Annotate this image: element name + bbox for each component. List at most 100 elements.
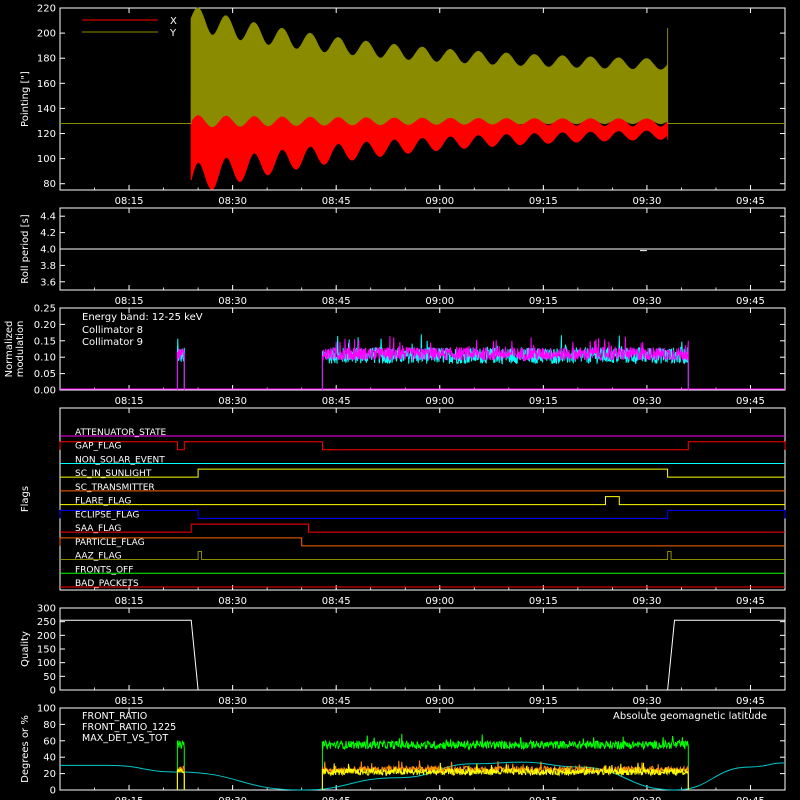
x-tick-label: 09:30 xyxy=(632,596,661,607)
flag-gap-flag-label: GAP_FLAG xyxy=(75,442,121,452)
x-tick-label: 09:00 xyxy=(425,396,454,407)
flag-sc-transmitter-label: SC_TRANSMITTER xyxy=(75,483,155,493)
y-tick-label: 100 xyxy=(37,658,56,669)
x-tick-label: 09:45 xyxy=(736,296,765,307)
x-tick-label: 09:30 xyxy=(632,196,661,207)
y-tick-label: 0.15 xyxy=(34,336,56,347)
x-tick-label: 09:00 xyxy=(425,696,454,707)
x-tick-label: 08:15 xyxy=(115,796,144,800)
x-tick-label: 08:15 xyxy=(115,396,144,407)
y-tick-label: 150 xyxy=(37,645,56,656)
legend-label-max-det-vs-tot: MAX_DET_VS_TOT xyxy=(82,733,168,744)
x-tick-label: 09:15 xyxy=(529,196,558,207)
flag-saa-flag-label: SAA_FLAG xyxy=(75,524,121,534)
y-tick-label: 4.4 xyxy=(40,212,56,223)
y-tick-label: 160 xyxy=(37,79,56,90)
annotation-geomagnetic-latitude: Absolute geomagnetic latitude xyxy=(613,711,767,722)
y-tick-label: 0.25 xyxy=(34,304,56,315)
y-axis-label: modulation xyxy=(15,321,26,378)
flag-non-solar-event-label: NON_SOLAR_EVENT xyxy=(75,455,165,465)
y-tick-label: 60 xyxy=(43,736,56,747)
legend-label-collimator-9: Collimator 9 xyxy=(82,337,143,348)
x-tick-label: 09:45 xyxy=(736,696,765,707)
y-axis-label: Roll period [s] xyxy=(20,214,31,283)
y-tick-label: 4.2 xyxy=(40,228,56,239)
x-tick-label: 09:45 xyxy=(736,396,765,407)
y-tick-label: 80 xyxy=(43,720,56,731)
y-tick-label: 250 xyxy=(37,617,56,628)
x-tick-label: 09:30 xyxy=(632,696,661,707)
flag-bad-packets-label: BAD_PACKETS xyxy=(75,579,139,589)
flag-attenuator-state-label: ATTENUATOR_STATE xyxy=(75,428,167,438)
y-tick-label: 4.0 xyxy=(40,245,56,256)
x-tick-label: 08:30 xyxy=(218,396,247,407)
x-tick-label: 09:30 xyxy=(632,396,661,407)
flag-particle-flag-label: PARTICLE_FLAG xyxy=(75,538,145,548)
x-tick-label: 08:15 xyxy=(115,196,144,207)
flag-fronts-off-label: FRONTS_OFF xyxy=(75,565,133,575)
y-axis-label: Quality xyxy=(20,631,31,667)
legend-label-y: Y xyxy=(169,28,177,39)
x-tick-label: 08:30 xyxy=(218,696,247,707)
flag-eclipse-flag-label: ECLIPSE_FLAG xyxy=(75,510,139,520)
y-tick-label: 3.6 xyxy=(40,277,56,288)
x-tick-label: 09:00 xyxy=(425,796,454,800)
y-axis-label: Flags xyxy=(20,486,31,512)
x-tick-label: 08:45 xyxy=(322,396,351,407)
legend-label-front-ratio-1225: FRONT_RATIO_1225 xyxy=(82,722,176,733)
y-axis-label: Degrees or % xyxy=(20,715,31,783)
x-tick-label: 08:45 xyxy=(322,596,351,607)
y-tick-label: 0 xyxy=(50,786,56,797)
y-tick-label: 0.05 xyxy=(34,369,56,380)
x-tick-label: 09:45 xyxy=(736,196,765,207)
y-tick-label: 40 xyxy=(43,753,56,764)
x-tick-label: 09:15 xyxy=(529,696,558,707)
y-tick-label: 0.10 xyxy=(34,353,56,364)
figure: 08:15 08:30 08:45 09:00 09:15 09:30 09:45 80 100… xyxy=(0,0,800,800)
y-axis-label: Normalized xyxy=(4,321,15,378)
y-tick-label: 0.20 xyxy=(34,320,56,331)
flag-aaz-flag-label: AAZ_FLAG xyxy=(75,552,122,562)
y-tick-label: 140 xyxy=(37,104,56,115)
x-tick-label: 09:30 xyxy=(632,296,661,307)
x-tick-label: 09:15 xyxy=(529,296,558,307)
y-tick-label: 200 xyxy=(37,29,56,40)
x-tick-label: 08:30 xyxy=(218,196,247,207)
y-tick-label: 180 xyxy=(37,54,56,65)
y-tick-label: 300 xyxy=(37,604,56,615)
legend-label-collimator-8: Collimator 8 xyxy=(82,325,143,336)
y-tick-label: 200 xyxy=(37,631,56,642)
x-tick-label: 08:45 xyxy=(322,796,351,800)
x-tick-label: 08:30 xyxy=(218,596,247,607)
x-tick-label: 08:45 xyxy=(322,696,351,707)
x-tick-label: 09:00 xyxy=(425,596,454,607)
x-tick-label: 08:15 xyxy=(115,296,144,307)
x-tick-label: 09:15 xyxy=(529,396,558,407)
y-tick-label: 20 xyxy=(43,769,56,780)
y-tick-label: 80 xyxy=(43,179,56,190)
x-tick-label: 08:30 xyxy=(218,796,247,800)
y-tick-label: 100 xyxy=(37,704,56,715)
x-tick-label: 09:15 xyxy=(529,796,558,800)
legend-label-front-ratio: FRONT_RATIO xyxy=(82,711,147,722)
x-tick-label: 09:15 xyxy=(529,596,558,607)
y-tick-label: 3.8 xyxy=(40,261,56,272)
y-tick-label: 220 xyxy=(37,4,56,15)
y-tick-label: 100 xyxy=(37,154,56,165)
x-tick-label: 08:45 xyxy=(322,196,351,207)
y-axis-label: Pointing ["] xyxy=(20,71,31,127)
x-tick-label: 08:15 xyxy=(115,596,144,607)
x-tick-label: 08:15 xyxy=(115,696,144,707)
y-tick-label: 120 xyxy=(37,129,56,140)
y-tick-label: 0.00 xyxy=(34,386,56,397)
x-tick-label: 09:45 xyxy=(736,796,765,800)
flag-sc-in-sunlight-label: SC_IN_SUNLIGHT xyxy=(75,469,152,479)
y-tick-label: 0 xyxy=(50,686,56,697)
y-tick-label: 50 xyxy=(43,672,56,683)
x-tick-label: 09:00 xyxy=(425,296,454,307)
x-tick-label: 08:45 xyxy=(322,296,351,307)
annotation-energy-band: Energy band: 12-25 keV xyxy=(82,312,203,323)
x-tick-label: 09:30 xyxy=(632,796,661,800)
x-tick-label: 09:45 xyxy=(736,596,765,607)
flag-flare-flag-label: FLARE_FLAG xyxy=(75,497,131,507)
